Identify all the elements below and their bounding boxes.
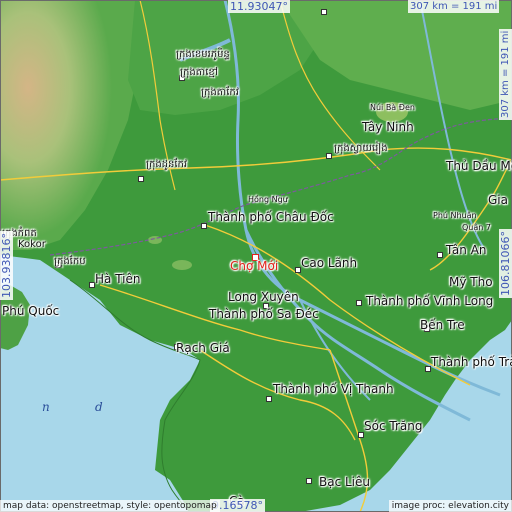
sea-label-part2: d [95,400,103,414]
marker-my-tho[interactable] [437,252,443,258]
label-my-tho: Mỹ Tho [449,275,493,289]
label-cao-lanh: Cao Lãnh [301,256,358,270]
label-tan-an: Tân An [446,243,487,257]
marker-vi-thanh[interactable] [266,396,272,402]
label-long-xuyen: Long Xuyên [228,290,299,304]
credit-right: image proc: elevation.city [388,500,512,512]
coord-left: 103.93816° [0,231,13,300]
label-kh-right: ក្រុងស្វាយរៀង [334,143,388,154]
label-vi-thanh: Thành phố Vị Thanh [273,382,394,396]
scale-top: 307 km = 191 mi [408,0,500,13]
label-kh-top2: ក្រុងតាខ្មៅ [180,67,218,78]
coord-top: 11.93047° [228,0,290,13]
label-kh-top3: ក្រុងតាកែវ [201,87,239,98]
marker-kh-left[interactable] [138,176,144,182]
coord-right: 106.81066° [499,229,512,298]
label-cho-moi[interactable]: Chợ Mới [230,260,278,272]
label-nui-ba-den: Núi Bà Đen [370,103,415,112]
label-ben-tre: Bến Tre [420,318,465,332]
label-tra-vinh: Thành phố Trà [431,355,512,369]
marker-north[interactable] [321,9,327,15]
label-rach-gia: Rạch Giá [176,341,230,355]
marker-bac-lieu[interactable] [306,478,312,484]
label-hong-ngu: Hồng Ngự [248,195,288,204]
label-tay-ninh: Tây Ninh [362,120,414,134]
marker-chau-doc[interactable] [201,223,207,229]
label-kh-left2: ក្រុងកែប [54,256,86,267]
label-phu-nhuan: Phú Nhuận [433,211,477,220]
label-soc-trang: Sóc Trăng [364,419,423,433]
credit-left: map data: openstreetmap, style: opentopo… [0,500,220,512]
label-kokor: Kokor [18,239,46,250]
label-sa-dec: Thành phố Sa Đéc [209,307,319,321]
label-vinh-long: Thành phố Vĩnh Long [366,294,494,308]
label-phu-quoc: Phú Quốc [2,304,60,318]
sea-label-part1: n [42,400,50,414]
label-thu-dau-mot: Thủ Dầu Mộ [446,159,512,173]
scale-right: 307 km = 191 mi [499,28,512,120]
label-chau-doc: Thành phố Châu Đốc [208,210,334,224]
marker-tay-ninh[interactable] [326,153,332,159]
map[interactable]: ក្រុងខេមរភូមិន្ទ ក្រុងតាខ្មៅ ក្រុងតាកែវ … [0,0,512,512]
label-ha-tien: Hà Tiên [95,272,141,286]
label-bac-lieu: Bạc Liêu [319,475,371,489]
label-quan7: Quận 7 [462,223,491,232]
label-kh-top1: ក្រុងខេមរភូមិន្ទ [176,49,230,60]
label-gia: Gia [488,193,508,207]
marker-vinh-long[interactable] [356,300,362,306]
label-kh-mid: ក្រុងដូនកែវ [146,159,188,170]
